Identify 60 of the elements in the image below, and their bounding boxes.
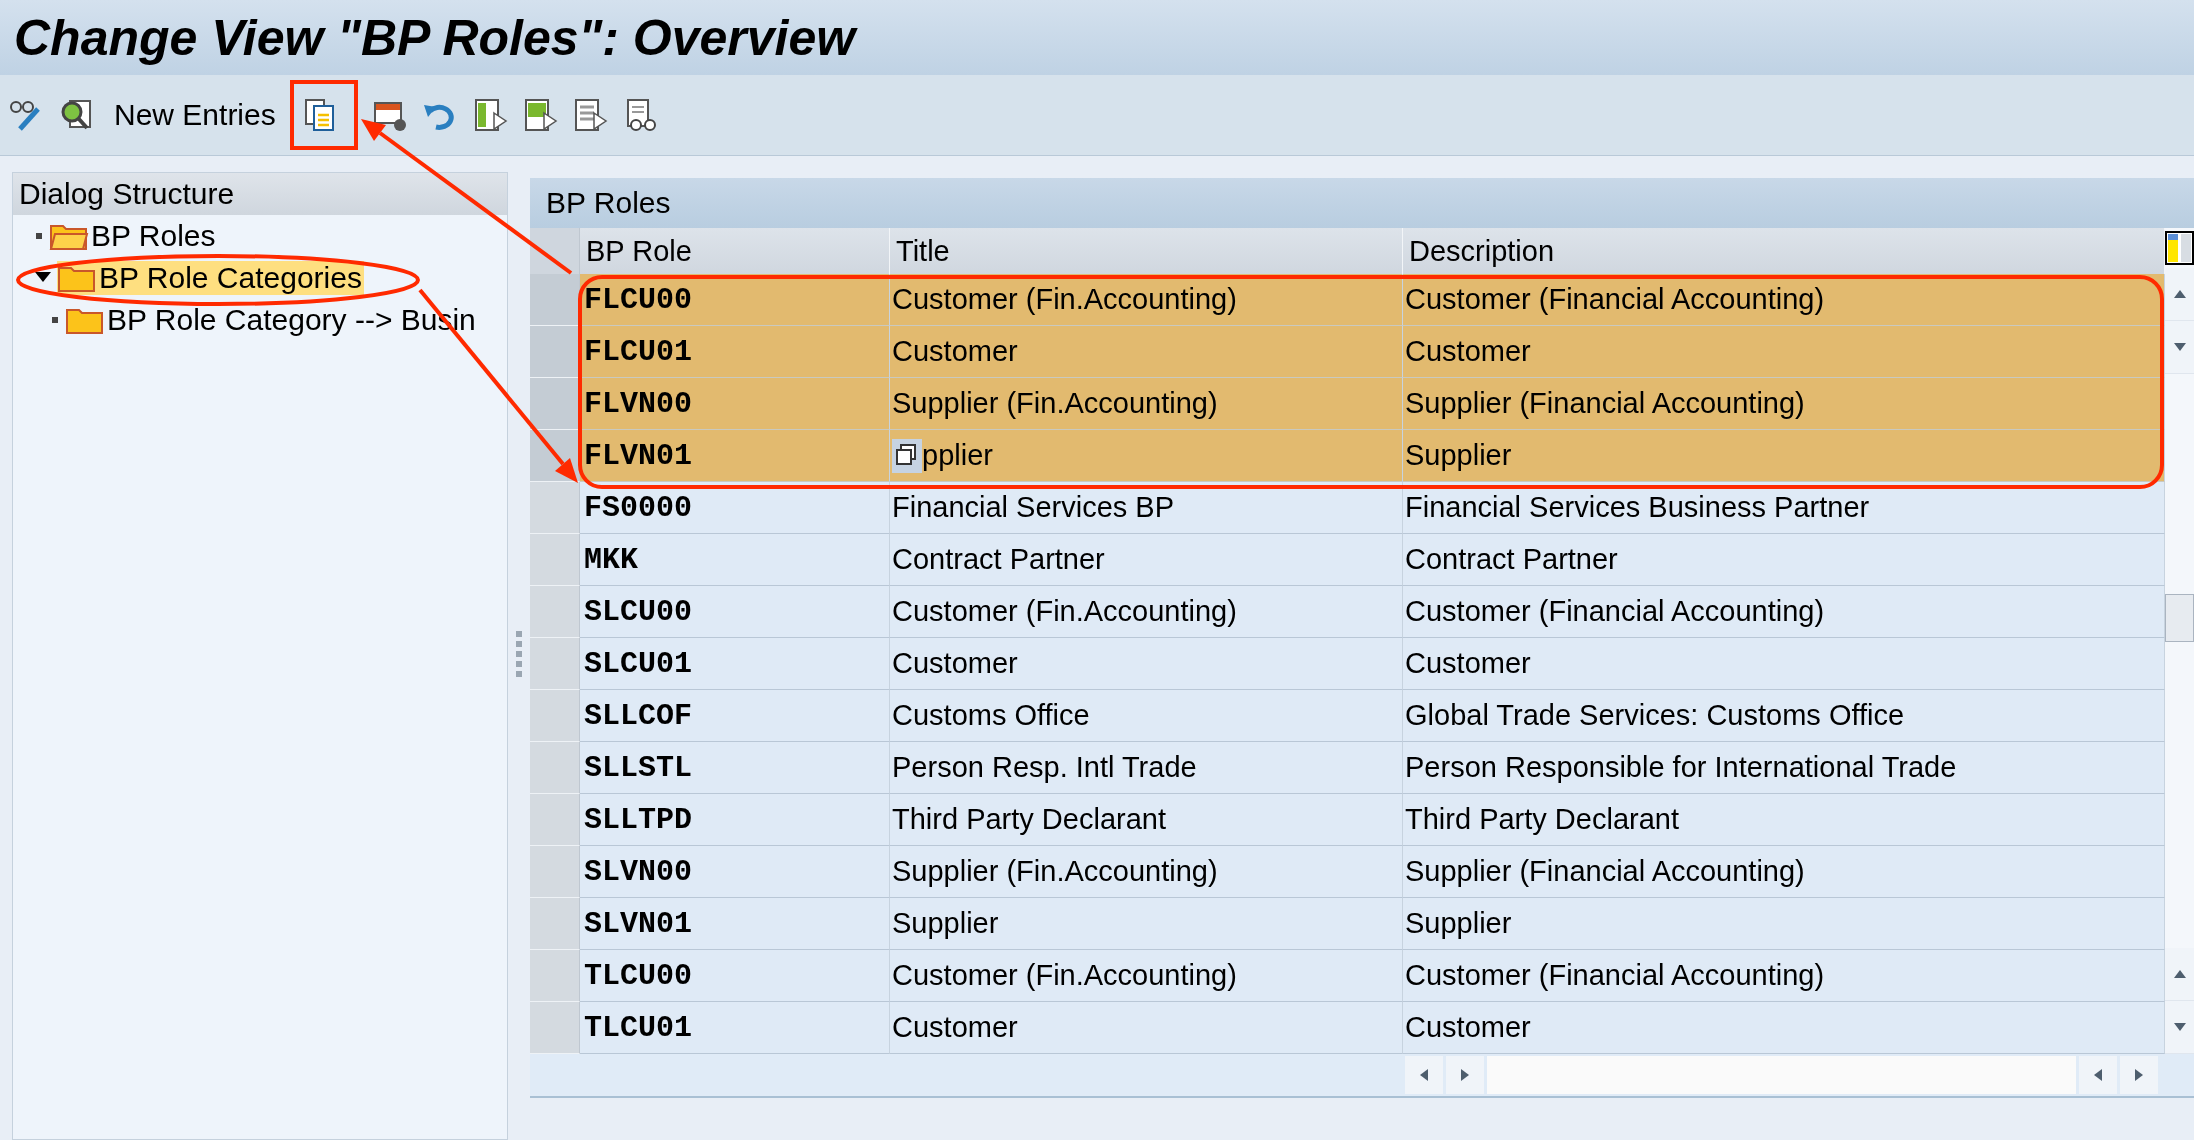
expand-arrow-icon[interactable] — [35, 272, 51, 284]
cell-text: Supplier (Fin.Accounting) — [892, 387, 1218, 420]
table-cell: Customer — [1403, 326, 2165, 378]
table-cell: Contract Partner — [1403, 534, 2165, 586]
table-cell: Customer (Financial Accounting) — [1403, 586, 2165, 638]
cell-text: Customer (Fin.Accounting) — [892, 959, 1237, 992]
panel-header: Dialog Structure — [13, 173, 507, 215]
window-title: Change View "BP Roles": Overview — [14, 8, 856, 67]
tree-item[interactable]: BP Role Categories — [57, 261, 364, 295]
table-cell: Financial Services Business Partner — [1403, 482, 2165, 534]
new-entries-button[interactable]: New Entries — [108, 94, 282, 136]
table-cell: Supplier — [1403, 898, 2165, 950]
cell-text: Customer (Fin.Accounting) — [892, 283, 1237, 316]
table-cell: SLLTPD — [580, 794, 890, 846]
highlight-box — [290, 80, 358, 150]
table-cell: FLVN00 — [580, 378, 890, 430]
table-cell: Supplier (Financial Accounting) — [1403, 846, 2165, 898]
table-cell: SLLCOF — [580, 690, 890, 742]
table-cell: SLLSTL — [580, 742, 890, 794]
table-cell: FLCU01 — [580, 326, 890, 378]
cell-text: Financial Services BP — [892, 491, 1175, 524]
table-cell: Global Trade Services: Customs Office — [1403, 690, 2165, 742]
table-title: BP Roles — [530, 178, 2194, 228]
header-corner — [530, 228, 580, 274]
scroll-track[interactable] — [1487, 1056, 2076, 1094]
table-cell: Customer (Financial Accounting) — [1403, 950, 2165, 1002]
table-cell: SLVN01 — [580, 898, 890, 950]
node-bullet-icon[interactable] — [35, 232, 43, 240]
column-settings-icon[interactable] — [2165, 228, 2194, 268]
cell-text: Contract Partner — [892, 543, 1105, 576]
table-cell: Customer — [1403, 1002, 2165, 1054]
table-cell: FLVN01 — [580, 430, 890, 482]
table-cell: SLCU01 — [580, 638, 890, 690]
cell-text: Customer — [892, 1011, 1018, 1044]
table-cell: FS0000 — [580, 482, 890, 534]
table-cell: SLVN00 — [580, 846, 890, 898]
cell-text: Customer (Fin.Accounting) — [892, 595, 1237, 628]
table-cell: Supplier — [1403, 430, 2165, 482]
cell-text: Supplier (Fin.Accounting) — [892, 855, 1218, 888]
cell-text: Supplier — [892, 907, 999, 940]
table-cell: Customer — [1403, 638, 2165, 690]
table-cell: SLCU00 — [580, 586, 890, 638]
table-cell: Person Responsible for International Trade — [1403, 742, 2165, 794]
table-cell: FLCU00 — [580, 274, 890, 326]
cell-text: Person Resp. Intl Trade — [892, 751, 1197, 784]
node-bullet-icon[interactable] — [51, 316, 59, 324]
cell-text: Customs Office — [892, 699, 1090, 732]
table-cell: TLCU00 — [580, 950, 890, 1002]
table-cell: Customer (Financial Accounting) — [1403, 274, 2165, 326]
tree-item[interactable]: BP Roles — [49, 219, 218, 253]
scrollbar-thumb[interactable] — [2165, 594, 2194, 642]
table-cell: TLCU01 — [580, 1002, 890, 1054]
copy-icon[interactable] — [892, 438, 922, 473]
table-cell: Third Party Declarant — [1403, 794, 2165, 846]
cell-text: Customer — [892, 647, 1018, 680]
cell-text: Third Party Declarant — [892, 803, 1166, 836]
cell-text: pplier — [922, 439, 993, 472]
table-cell: MKK — [580, 534, 890, 586]
table-cell: Supplier (Financial Accounting) — [1403, 378, 2165, 430]
cell-text: Customer — [892, 335, 1018, 368]
